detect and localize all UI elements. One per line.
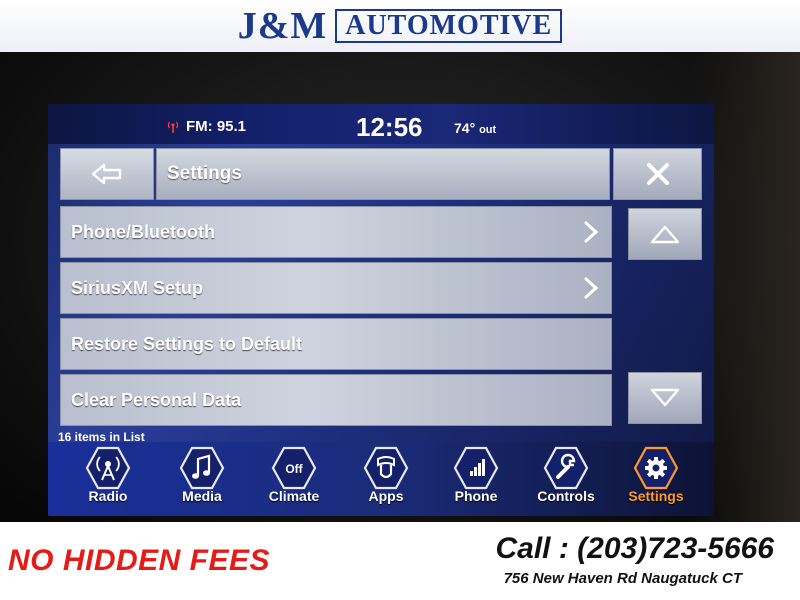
promo-banner: NO HIDDEN FEES Call : (203)723-5666 756 … <box>0 522 800 600</box>
triangle-down-icon <box>650 388 680 407</box>
nav-label: Phone <box>454 488 498 504</box>
head-unit-screen: FM: 95.1 12:56 74° out Settings Phone/Bl… <box>48 104 714 516</box>
climate-off-icon: Off <box>271 446 317 490</box>
temp-value: 74° <box>454 120 476 136</box>
list-item-label: Phone/Bluetooth <box>71 221 215 242</box>
chevron-right-icon <box>584 221 599 243</box>
fm-station: FM: 95.1 <box>186 118 247 135</box>
scroll-down-button[interactable] <box>628 372 702 424</box>
phone-signal-icon <box>453 446 499 490</box>
nav-settings[interactable]: Settings <box>618 446 694 512</box>
list-item-clear-personal-data[interactable]: Clear Personal Data <box>60 374 612 426</box>
list-item-label: Clear Personal Data <box>71 389 242 410</box>
chevron-right-icon <box>584 277 599 299</box>
music-note-icon <box>179 446 225 490</box>
promo-address: 756 New Haven Rd Naugatuck CT <box>503 570 742 587</box>
radio-status[interactable]: FM: 95.1 <box>166 118 246 135</box>
nav-label: Settings <box>628 488 684 504</box>
climate-off-text: Off <box>285 462 303 476</box>
triangle-up-icon <box>650 225 680 244</box>
dealer-logo-sub: AUTOMOTIVE <box>335 9 563 43</box>
status-bar: FM: 95.1 12:56 74° out <box>48 104 714 144</box>
promo-slogan: NO HIDDEN FEES <box>8 544 271 577</box>
wrench-icon <box>543 446 589 490</box>
list-item-label: Restore Settings to Default <box>71 333 303 354</box>
gear-icon <box>633 446 679 490</box>
close-icon <box>646 163 669 185</box>
page-title: Settings <box>167 163 242 184</box>
nav-label: Controls <box>537 488 595 504</box>
dealer-banner: J&M AUTOMOTIVE <box>0 0 800 52</box>
apps-icon <box>363 446 409 490</box>
list-item-restore-defaults[interactable]: Restore Settings to Default <box>60 318 612 370</box>
list-item-siriusxm-setup[interactable]: SiriusXM Setup <box>60 262 612 314</box>
header-bar: Settings <box>156 148 610 200</box>
outside-temp: 74° out <box>454 120 496 136</box>
nav-radio[interactable]: Radio <box>70 446 146 512</box>
nav-label: Media <box>182 488 222 504</box>
nav-climate[interactable]: Off Climate <box>256 446 332 512</box>
temp-unit: out <box>479 124 497 136</box>
dealer-logo: J&M <box>237 5 328 47</box>
bottom-nav: Radio Media Off Climate Apps Phone Contr… <box>48 442 714 516</box>
nav-apps[interactable]: Apps <box>348 446 424 512</box>
nav-phone[interactable]: Phone <box>438 446 514 512</box>
list-item-phone-bluetooth[interactable]: Phone/Bluetooth <box>60 206 612 258</box>
nav-label: Apps <box>368 488 404 504</box>
radio-icon <box>85 446 131 490</box>
back-arrow-icon <box>91 163 122 185</box>
nav-label: Radio <box>88 488 128 504</box>
back-button[interactable] <box>60 148 154 200</box>
clock: 12:56 <box>356 112 423 142</box>
nav-media[interactable]: Media <box>164 446 240 512</box>
nav-label: Climate <box>268 488 320 504</box>
scroll-up-button[interactable] <box>628 208 702 260</box>
promo-phone[interactable]: Call : (203)723-5666 <box>496 532 775 566</box>
broadcast-icon <box>167 121 179 133</box>
list-item-label: SiriusXM Setup <box>71 277 204 298</box>
close-button[interactable] <box>613 148 702 200</box>
nav-controls[interactable]: Controls <box>528 446 604 512</box>
